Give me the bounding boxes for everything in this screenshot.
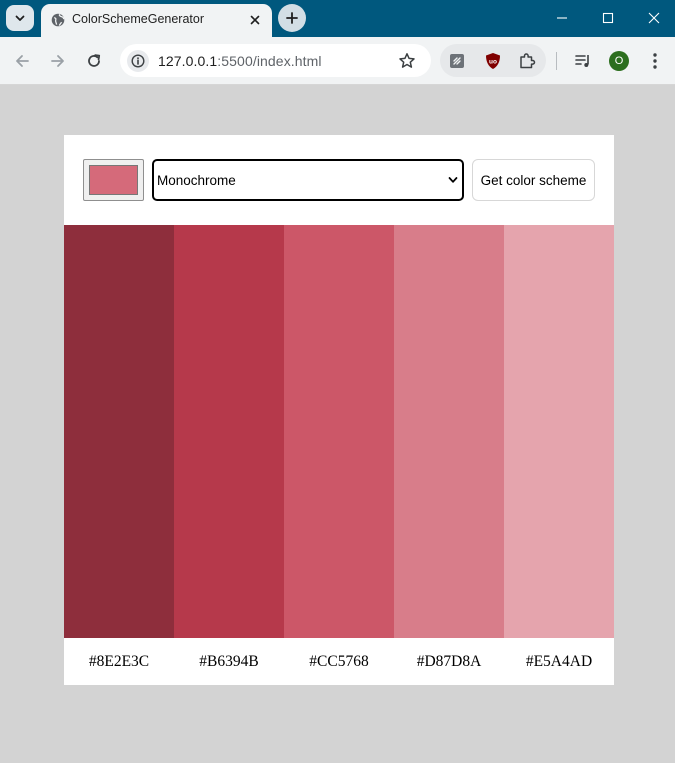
browser-tab-active[interactable]: ColorSchemeGenerator <box>41 4 272 37</box>
color-hex-label[interactable]: #B6394B <box>174 638 284 685</box>
color-scheme-app: Monochrome Get color scheme #8E2E3C #B63… <box>64 135 614 685</box>
toolbar-separator <box>556 52 557 70</box>
bookmark-button[interactable] <box>397 51 417 71</box>
browser-menu-button[interactable] <box>642 48 668 74</box>
maximize-icon <box>602 12 614 24</box>
address-bar[interactable]: 127.0.0.1:5500/index.html <box>120 44 431 77</box>
stylus-extension-button[interactable] <box>447 51 467 71</box>
extensions-group: uo <box>440 44 546 77</box>
color-swatch[interactable] <box>284 225 394 638</box>
forward-button[interactable] <box>44 47 72 75</box>
new-tab-button[interactable] <box>278 4 306 32</box>
plus-icon <box>286 12 298 24</box>
chevron-down-icon <box>15 15 25 21</box>
tab-title: ColorSchemeGenerator <box>72 12 205 26</box>
get-color-scheme-button[interactable]: Get color scheme <box>472 159 595 201</box>
color-hex-label[interactable]: #D87D8A <box>394 638 504 685</box>
tab-search-button[interactable] <box>6 5 34 31</box>
reload-icon <box>88 54 101 67</box>
forward-arrow-icon <box>51 55 64 67</box>
back-button[interactable] <box>8 47 36 75</box>
stylus-extension-icon <box>450 54 464 68</box>
scheme-mode-value: Monochrome <box>157 173 236 188</box>
color-palette: #8E2E3C #B6394B #CC5768 #D87D8A #E5A4AD <box>64 225 614 685</box>
palette-column-2: #B6394B <box>174 225 284 685</box>
back-arrow-icon <box>16 55 29 67</box>
profile-avatar[interactable]: O <box>609 51 629 71</box>
site-info-button[interactable] <box>127 50 149 72</box>
scheme-controls: Monochrome Get color scheme <box>64 135 614 225</box>
url-text[interactable]: 127.0.0.1:5500/index.html <box>158 53 322 69</box>
browser-title-bar: ColorSchemeGenerator <box>0 0 675 37</box>
color-hex-label[interactable]: #8E2E3C <box>64 638 174 685</box>
close-icon <box>250 15 260 25</box>
color-hex-label[interactable]: #CC5768 <box>284 638 394 685</box>
palette-column-3: #CC5768 <box>284 225 394 685</box>
color-swatch[interactable] <box>64 225 174 638</box>
media-controls-button[interactable] <box>570 48 596 74</box>
color-swatch[interactable] <box>394 225 504 638</box>
extensions-menu-button[interactable] <box>517 51 537 71</box>
globe-icon <box>51 13 65 27</box>
scheme-mode-select[interactable]: Monochrome <box>152 159 464 201</box>
color-swatch[interactable] <box>504 225 614 638</box>
close-icon <box>648 12 660 24</box>
maximize-button[interactable] <box>585 4 631 32</box>
palette-column-1: #8E2E3C <box>64 225 174 685</box>
seed-color-swatch <box>89 165 138 195</box>
star-icon <box>399 53 415 68</box>
palette-column-4: #D87D8A <box>394 225 504 685</box>
color-hex-label[interactable]: #E5A4AD <box>504 638 614 685</box>
browser-toolbar: 127.0.0.1:5500/index.html uo O <box>0 37 675 85</box>
puzzle-extensions-icon <box>520 53 536 69</box>
reload-button[interactable] <box>80 47 108 75</box>
kebab-menu-icon <box>653 53 657 69</box>
color-swatch[interactable] <box>174 225 284 638</box>
minimize-icon <box>557 17 567 19</box>
close-window-button[interactable] <box>631 4 675 32</box>
url-path: :5500/index.html <box>217 53 322 69</box>
tab-close-button[interactable] <box>246 11 264 29</box>
seed-color-picker[interactable] <box>83 159 144 201</box>
chevron-down-icon <box>448 177 458 183</box>
ublock-origin-icon: uo <box>486 53 500 69</box>
media-controls-icon <box>575 55 589 67</box>
ublock-origin-button[interactable]: uo <box>483 51 503 71</box>
palette-column-5: #E5A4AD <box>504 225 614 685</box>
info-icon <box>131 54 145 68</box>
svg-text:uo: uo <box>489 59 497 66</box>
minimize-button[interactable] <box>539 4 585 32</box>
url-host: 127.0.0.1 <box>158 53 218 69</box>
